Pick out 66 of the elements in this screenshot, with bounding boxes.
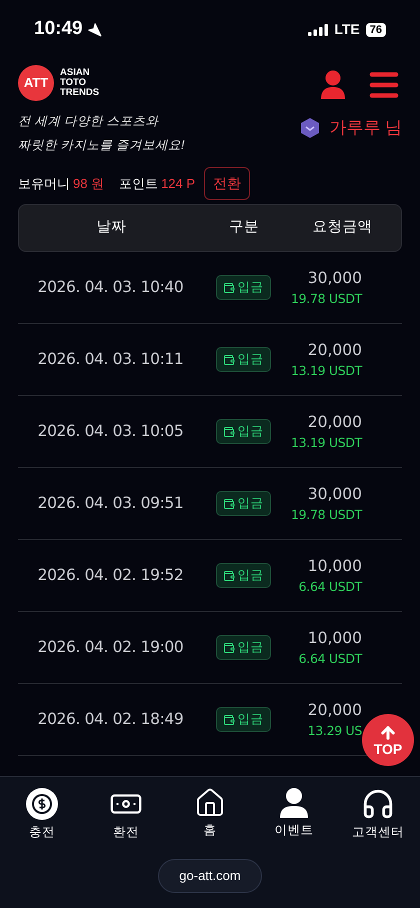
convert-button[interactable]: 전환	[204, 167, 250, 200]
usdt-amount: 6.64 USDT	[298, 578, 362, 596]
date-cell-text: 2026. 04. 03. 10:40	[36, 276, 184, 298]
nav-tab[interactable]: 충전	[0, 787, 84, 842]
deposit-tag: 입금	[216, 563, 270, 588]
nav-tab[interactable]: 고객센터	[336, 787, 420, 842]
location-icon	[86, 22, 102, 37]
person-icon	[279, 787, 309, 819]
money-value: 98 원	[73, 174, 104, 193]
usdt-amount: 19.78 USDT	[291, 290, 362, 308]
money-label: 보유머니	[18, 174, 70, 193]
column-header: 구분	[228, 218, 260, 238]
date-cell-text: 2026. 04. 02. 18:49	[36, 708, 184, 730]
logo-wordmark: ASIAN TOTO TRENDS	[60, 68, 100, 98]
amount-cell-text: 20,000	[308, 700, 362, 720]
date-cell-text: 2026. 04. 02. 19:00	[36, 636, 184, 658]
wallet-icon	[222, 714, 234, 726]
wallet-icon	[222, 354, 234, 366]
usdt-amount: 13.29 US	[308, 722, 362, 740]
usdt-amount: 19.78 USDT	[291, 506, 362, 524]
url-pill[interactable]: go-att.com	[158, 858, 262, 893]
amount-cell-text: 20,000	[308, 340, 362, 360]
column-header: 요청금액	[312, 218, 374, 238]
usdt-amount: 6.64 USDT	[298, 650, 362, 668]
wallet-icon	[222, 426, 234, 438]
nav-tab[interactable]: 이벤트	[252, 787, 336, 842]
casino-chip-icon	[25, 787, 59, 821]
usdt-amount: 13.19 USDT	[291, 362, 362, 380]
logo-badge: ATT	[18, 65, 54, 101]
battery-indicator: 76	[366, 22, 386, 36]
column-header: 날짜	[96, 218, 128, 238]
date-cell-text: 2026. 04. 03. 10:11	[36, 348, 184, 370]
level-emblem-icon	[299, 116, 322, 139]
usdt-amount: 13.19 USDT	[291, 434, 362, 452]
user-name: 가루루 님	[329, 117, 402, 139]
amount-cell-text: 10,000	[308, 628, 362, 648]
wallet-icon	[222, 642, 234, 654]
wallet-icon	[222, 570, 234, 582]
deposit-tag: 입금	[216, 635, 270, 660]
deposit-tag: 입금	[216, 707, 270, 732]
date-cell-text: 2026. 04. 03. 09:51	[36, 492, 184, 514]
amount-cell-text: 10,000	[308, 556, 362, 576]
date-cell-text: 2026. 04. 02. 19:52	[36, 564, 184, 586]
scroll-top-button[interactable]: TOP	[362, 714, 414, 766]
date-cell-text: 2026. 04. 03. 10:05	[36, 420, 184, 442]
user-icon[interactable]	[320, 70, 346, 100]
points-value: 124 P	[161, 174, 196, 193]
amount-cell-text: 20,000	[308, 412, 362, 432]
wallet-icon	[222, 282, 234, 294]
tagline-text: 짜릿한 카지노를 즐겨보세요!	[18, 137, 184, 154]
home-icon	[194, 787, 226, 819]
amount-cell-text: 30,000	[308, 268, 362, 288]
clock-time: 10:49	[34, 17, 83, 42]
deposit-tag: 입금	[216, 419, 270, 444]
tagline-text: 전 세계 다양한 스포츠와	[18, 113, 160, 130]
deposit-tag: 입금	[216, 491, 270, 516]
wallet-icon	[222, 498, 234, 510]
nav-tab[interactable]: 환전	[84, 787, 168, 842]
network-type: LTE	[334, 20, 360, 39]
deposit-tag: 입금	[216, 275, 270, 300]
points-label: 포인트	[119, 174, 158, 193]
signal-icon	[308, 24, 328, 36]
deposit-tag: 입금	[216, 347, 270, 372]
headset-icon	[361, 787, 395, 821]
nav-tab[interactable]: 홈	[168, 787, 252, 842]
amount-cell-text: 30,000	[308, 484, 362, 504]
